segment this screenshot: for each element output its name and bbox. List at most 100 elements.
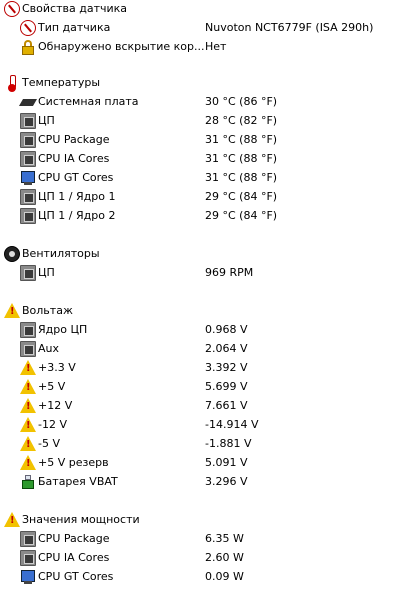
sensor-row[interactable]: ЦП 1 / Ядро 2 29 °C (84 °F) [0,207,407,226]
sensor-row[interactable]: CPU IA Cores 31 °C (88 °F) [0,150,407,169]
sensor-label: CPU Package [38,133,110,146]
sensor-row[interactable]: CPU Package 31 °C (88 °F) [0,131,407,150]
section-header-power[interactable]: Значения мощности [0,511,407,530]
sensor-value: 2.60 W [205,551,244,564]
sensor-label: +5 V [38,380,66,393]
sensor-row[interactable]: CPU Package 6.35 W [0,530,407,549]
section-header-fans[interactable]: Вентиляторы [0,245,407,264]
sensor-value: 5.091 V [205,456,248,469]
sensor-row[interactable]: Aux 2.064 V [0,340,407,359]
sensor-row[interactable]: CPU GT Cores 31 °C (88 °F) [0,169,407,188]
chip-icon [20,550,36,566]
chip-icon [20,341,36,357]
sensor-label: CPU IA Cores [38,551,110,564]
fan-icon [4,246,20,262]
sensor-label: Ядро ЦП [38,323,88,336]
sensor-value: 30 °C (86 °F) [205,95,278,108]
warning-icon [20,379,36,394]
sensor-value: 5.699 V [205,380,248,393]
sensor-label: Батарея VBAT [38,475,118,488]
sensor-value: 3.296 V [205,475,248,488]
section-header-temperatures[interactable]: Температуры [0,74,407,93]
sensor-row[interactable]: CPU GT Cores 0.09 W [0,568,407,587]
sensor-label: Системная плата [38,95,139,108]
sensor-row[interactable]: -12 V -14.914 V [0,416,407,435]
sensor-value: 0.09 W [205,570,244,583]
sensor-label: ЦП [38,114,55,127]
sensor-value: 7.661 V [205,399,248,412]
sensor-value: Нет [205,40,227,53]
motherboard-icon [20,94,36,110]
sensor-value: 6.35 W [205,532,244,545]
sensor-value: -14.914 V [205,418,259,431]
sensor-row[interactable]: Батарея VBAT 3.296 V [0,473,407,492]
warning-icon [20,455,36,470]
section-header-voltages[interactable]: Вольтаж [0,302,407,321]
chip-icon [20,132,36,148]
sensor-properties-icon [20,20,36,36]
chip-icon [20,189,36,205]
monitor-icon [20,170,36,186]
sensor-label: CPU GT Cores [38,570,114,583]
sensor-label: CPU IA Cores [38,152,110,165]
chip-icon [20,151,36,167]
sensor-value: 29 °C (84 °F) [205,190,278,203]
sensor-row[interactable]: +12 V 7.661 V [0,397,407,416]
section-title: Температуры [22,76,101,89]
sensor-label: ЦП 1 / Ядро 1 [38,190,116,203]
sensor-row[interactable]: ЦП 28 °C (82 °F) [0,112,407,131]
section-title: Значения мощности [22,513,140,526]
lock-icon [20,39,36,55]
warning-icon [20,398,36,413]
sensor-row[interactable]: ЦП 969 RPM [0,264,407,283]
chip-icon [20,113,36,129]
sensor-label: -12 V [38,418,67,431]
sensor-row[interactable]: +5 V резерв 5.091 V [0,454,407,473]
sensor-value: 969 RPM [205,266,254,279]
warning-icon [4,512,20,527]
sensor-row[interactable]: -5 V -1.881 V [0,435,407,454]
sensor-label: CPU GT Cores [38,171,114,184]
sensor-row[interactable]: Системная плата 30 °C (86 °F) [0,93,407,112]
sensor-label: Обнаружено вскрытие кор... [38,40,205,53]
sensor-label: +12 V [38,399,73,412]
sensor-value: 31 °C (88 °F) [205,133,278,146]
sensor-value: 3.392 V [205,361,248,374]
section-title: Свойства датчика [22,2,128,15]
sensor-properties-icon [4,1,20,17]
sensor-row[interactable]: Обнаружено вскрытие кор... Нет [0,38,407,57]
sensor-row[interactable]: +5 V 5.699 V [0,378,407,397]
chip-icon [20,531,36,547]
sensor-row[interactable]: Ядро ЦП 0.968 V [0,321,407,340]
sensor-label: ЦП 1 / Ядро 2 [38,209,116,222]
sensor-label: Тип датчика [38,21,111,34]
warning-icon [20,436,36,451]
sensor-value: 28 °C (82 °F) [205,114,278,127]
sensor-label: +5 V резерв [38,456,109,469]
sensor-row[interactable]: CPU IA Cores 2.60 W [0,549,407,568]
sensor-row[interactable]: Тип датчика Nuvoton NCT6779F (ISA 290h) [0,19,407,38]
section-header-sensor-properties[interactable]: Свойства датчика [0,0,407,19]
warning-icon [4,303,20,318]
chip-icon [20,322,36,338]
sensor-label: CPU Package [38,532,110,545]
warning-icon [20,417,36,432]
chip-icon [20,265,36,281]
monitor-icon [20,569,36,585]
sensor-label: Aux [38,342,60,355]
sensor-value: -1.881 V [205,437,252,450]
sensor-label: -5 V [38,437,60,450]
sensor-row[interactable]: +3.3 V 3.392 V [0,359,407,378]
chip-icon [20,208,36,224]
battery-icon [20,474,36,490]
section-title: Вольтаж [22,304,73,317]
sensor-value: 31 °C (88 °F) [205,171,278,184]
section-title: Вентиляторы [22,247,100,260]
sensor-value: Nuvoton NCT6779F (ISA 290h) [205,21,374,34]
sensor-value: 29 °C (84 °F) [205,209,278,222]
sensor-value: 0.968 V [205,323,248,336]
sensor-label: +3.3 V [38,361,76,374]
sensor-value: 2.064 V [205,342,248,355]
sensor-row[interactable]: ЦП 1 / Ядро 1 29 °C (84 °F) [0,188,407,207]
sensor-value: 31 °C (88 °F) [205,152,278,165]
